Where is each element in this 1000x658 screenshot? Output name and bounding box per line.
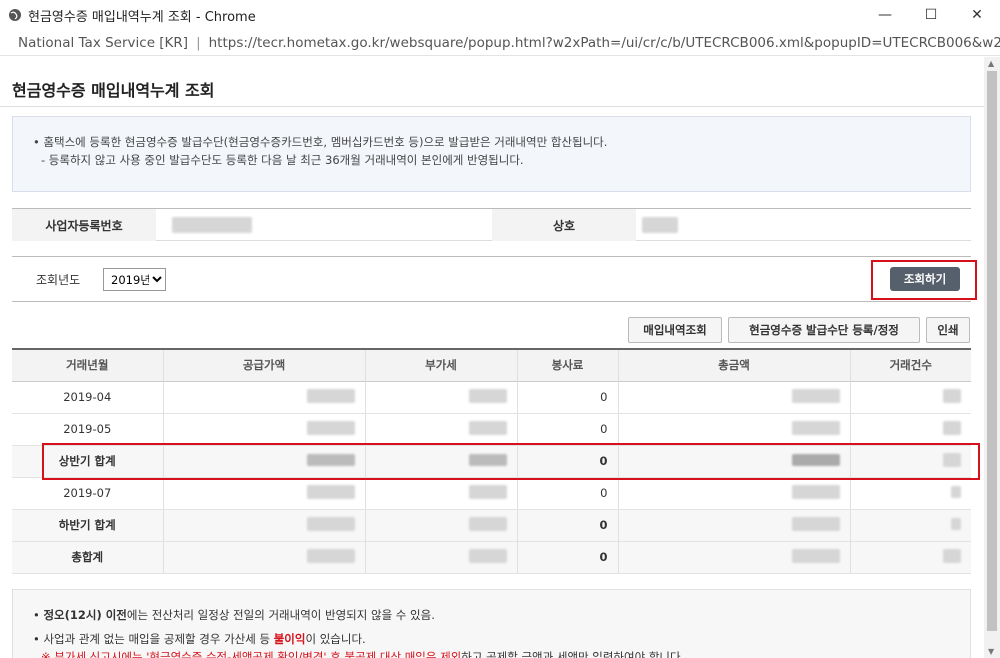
notice-line-1: • 홈택스에 등록한 현금영수증 발급수단(현금영수증카드번호, 멤버십카드번호…	[33, 135, 608, 149]
header-vat: 부가세	[365, 348, 518, 382]
page-title: 현금영수증 매입내역누계 조회	[12, 81, 215, 100]
redacted-company	[642, 217, 678, 233]
row-service-fee: 0	[517, 381, 619, 414]
table-row: 2019-05 0	[12, 413, 971, 446]
page-viewport: 현금영수증 매입내역누계 조회 • 홈택스에 등록한 현금영수증 발급수단(현금…	[0, 57, 984, 658]
row-vat	[365, 477, 518, 510]
scroll-down-arrow-icon[interactable]: ▼	[988, 647, 994, 656]
row-vat	[365, 381, 518, 414]
row-supply-amount	[163, 477, 366, 510]
header-service-fee: 봉사료	[517, 348, 619, 382]
table-header-row: 거래년월 공급가액 부가세 봉사료 총금액 거래건수	[12, 348, 971, 382]
search-panel: 조회년도 2019년 조회하기	[12, 256, 971, 302]
info-notice: • 홈택스에 등록한 현금영수증 발급수단(현금영수증카드번호, 멤버십카드번호…	[12, 116, 971, 192]
row-service-fee: 0	[517, 413, 619, 446]
browser-titlebar: 현금영수증 매입내역누계 조회 - Chrome	[0, 0, 1000, 30]
close-button[interactable]: ✕	[954, 0, 1000, 30]
row-transaction-count	[850, 477, 971, 510]
first-half-total-highlight	[42, 443, 980, 480]
business-info-row: 사업자등록번호 상호	[12, 208, 971, 241]
row-total-amount	[618, 413, 851, 446]
row-month: 2019-04	[12, 381, 164, 414]
row-transaction-count	[850, 413, 971, 446]
row-total-amount	[618, 381, 851, 414]
table-row: 2019-04 0	[12, 381, 971, 414]
scrollbar-thumb[interactable]	[987, 71, 997, 631]
row-supply-amount	[163, 509, 366, 542]
row-month: 총합계	[12, 541, 164, 574]
row-service-fee: 0	[517, 541, 619, 574]
row-total-amount	[618, 477, 851, 510]
url-text[interactable]: https://tecr.hometax.go.kr/websquare/pop…	[209, 35, 1000, 51]
row-month: 하반기 합계	[12, 509, 164, 542]
bottom-line-2: • 사업과 관계 없는 매입을 공제할 경우 가산세 등 불이익이 있습니다.	[33, 632, 366, 646]
address-bar[interactable]: National Tax Service [KR] | https://tecr…	[0, 30, 1000, 56]
action-buttons: 매입내역조회 현금영수증 발급수단 등록/정정 인쇄	[0, 317, 984, 343]
page-scrollbar[interactable]: ▲ ▼	[984, 57, 1000, 658]
register-receipt-means-button[interactable]: 현금영수증 발급수단 등록/정정	[728, 317, 920, 343]
row-month: 2019-05	[12, 413, 164, 446]
table-row-grand-total: 총합계 0	[12, 541, 971, 574]
title-divider	[0, 106, 984, 107]
row-service-fee: 0	[517, 509, 619, 542]
year-label: 조회년도	[36, 273, 81, 287]
bottom-line-3: ※ 부가세 신고시에는 '현금영수증 수정-세액공제 확인/변경' 후 불공제 …	[41, 650, 685, 658]
address-separator: |	[196, 34, 201, 51]
row-supply-amount	[163, 413, 366, 446]
scroll-up-arrow-icon[interactable]: ▲	[988, 59, 994, 68]
maximize-button[interactable]: ☐	[908, 0, 954, 30]
company-label: 상호	[492, 209, 636, 241]
purchase-lookup-button[interactable]: 매입내역조회	[628, 317, 722, 343]
header-transaction-count: 거래건수	[850, 348, 971, 382]
table-row-second-half-total: 하반기 합계 0	[12, 509, 971, 542]
window-title: 현금영수증 매입내역누계 조회 - Chrome	[28, 9, 256, 25]
year-select[interactable]: 2019년	[103, 268, 166, 291]
row-transaction-count	[850, 541, 971, 574]
row-transaction-count	[850, 509, 971, 542]
row-supply-amount	[163, 541, 366, 574]
row-vat	[365, 541, 518, 574]
row-vat	[365, 413, 518, 446]
row-supply-amount	[163, 381, 366, 414]
globe-icon	[9, 9, 21, 21]
row-service-fee: 0	[517, 477, 619, 510]
site-name: National Tax Service [KR]	[18, 34, 189, 51]
bottom-notice: • 정오(12시) 이전에는 전산처리 일정상 전일의 거래내역이 반영되지 않…	[12, 589, 971, 658]
row-month: 2019-07	[12, 477, 164, 510]
biz-no-label: 사업자등록번호	[12, 209, 156, 241]
biz-no-value	[172, 209, 492, 241]
table-row: 2019-07 0	[12, 477, 971, 510]
search-button-highlight	[871, 260, 977, 300]
row-total-amount	[618, 541, 851, 574]
redacted-biz-no	[172, 217, 252, 233]
row-total-amount	[618, 509, 851, 542]
row-transaction-count	[850, 381, 971, 414]
minimize-button[interactable]: —	[862, 0, 908, 30]
bottom-line-1: • 정오(12시) 이전에는 전산처리 일정상 전일의 거래내역이 반영되지 않…	[33, 608, 435, 622]
header-month: 거래년월	[12, 348, 164, 382]
header-supply-amount: 공급가액	[163, 348, 366, 382]
row-vat	[365, 509, 518, 542]
notice-line-2: - 등록하지 않고 사용 중인 발급수단도 등록한 다음 날 최근 36개월 거…	[41, 153, 524, 167]
print-button[interactable]: 인쇄	[926, 317, 970, 343]
company-value	[642, 209, 962, 241]
header-total-amount: 총금액	[618, 348, 851, 382]
